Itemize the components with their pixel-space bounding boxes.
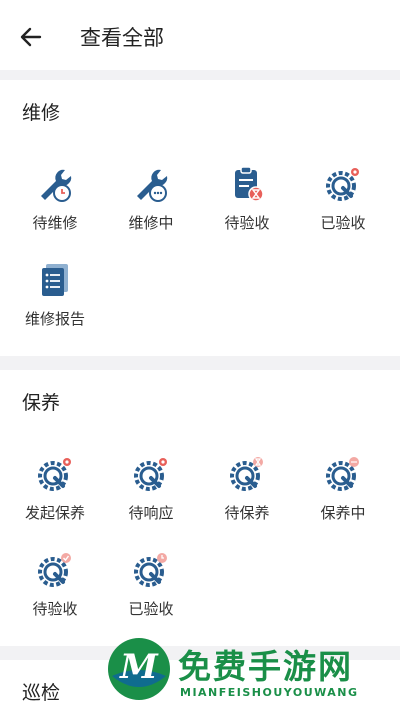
app-header: 查看全部 xyxy=(0,0,400,70)
item-label: 发起保养 xyxy=(24,504,85,522)
report-document-icon xyxy=(42,264,68,296)
wrench-dots-icon xyxy=(137,169,168,202)
gear-wrench-response-icon xyxy=(134,458,167,491)
item-pending-repair[interactable]: 待维修 xyxy=(10,164,100,233)
gear-wrench-clock-icon xyxy=(134,553,167,587)
wrench-clock-icon xyxy=(41,169,72,202)
item-pending-acceptance[interactable]: 待验收 xyxy=(202,164,292,233)
item-label: 保养中 xyxy=(320,504,366,522)
watermark-subtitle: MIANFEISHOUYOUWANG xyxy=(180,686,359,699)
item-label: 维修报告 xyxy=(24,310,85,328)
item-pending-response[interactable]: 待响应 xyxy=(106,454,196,523)
watermark: M 免费手游网 MIANFEISHOUYOUWANG xyxy=(100,630,400,711)
gear-wrench-check-icon xyxy=(38,553,71,587)
section-maintenance: 保养 发起保养 待响应 待保养 保养中 待验收 已验收 xyxy=(0,370,400,646)
gear-wrench-hourglass-icon xyxy=(230,457,263,491)
item-label: 维修中 xyxy=(128,214,174,232)
section-title: 维修 xyxy=(22,102,61,124)
section-title: 巡检 xyxy=(22,682,61,704)
item-label: 待保养 xyxy=(224,504,270,522)
item-pending-maintenance[interactable]: 待保养 xyxy=(202,454,292,523)
item-label: 待响应 xyxy=(128,504,174,522)
section-title: 保养 xyxy=(22,392,61,414)
watermark-logo-icon: M xyxy=(108,638,170,700)
item-repairing[interactable]: 维修中 xyxy=(106,164,196,233)
gear-wrench-check-icon xyxy=(326,168,359,201)
item-repair-report[interactable]: 维修报告 xyxy=(10,260,100,329)
gear-wrench-dots-icon xyxy=(326,457,359,491)
page-title: 查看全部 xyxy=(80,26,164,50)
item-pending-acceptance[interactable]: 待验收 xyxy=(10,550,100,619)
item-label: 待维修 xyxy=(32,214,78,232)
item-accepted[interactable]: 已验收 xyxy=(298,164,388,233)
clipboard-hourglass-icon xyxy=(235,166,264,202)
item-label: 待验收 xyxy=(224,214,270,232)
item-start-maintenance[interactable]: 发起保养 xyxy=(10,454,100,523)
section-repair: 维修 待维修 维修中 待验收 已验收 维修报告 xyxy=(0,80,400,356)
svg-text:M: M xyxy=(119,647,159,687)
watermark-title: 免费手游网 xyxy=(178,647,353,686)
item-label: 待验收 xyxy=(32,600,78,618)
item-label: 已验收 xyxy=(320,214,366,232)
back-arrow-icon[interactable] xyxy=(18,24,44,50)
gear-wrench-start-icon xyxy=(38,458,71,491)
item-maintaining[interactable]: 保养中 xyxy=(298,454,388,523)
item-label: 已验收 xyxy=(128,600,174,618)
item-accepted[interactable]: 已验收 xyxy=(106,550,196,619)
